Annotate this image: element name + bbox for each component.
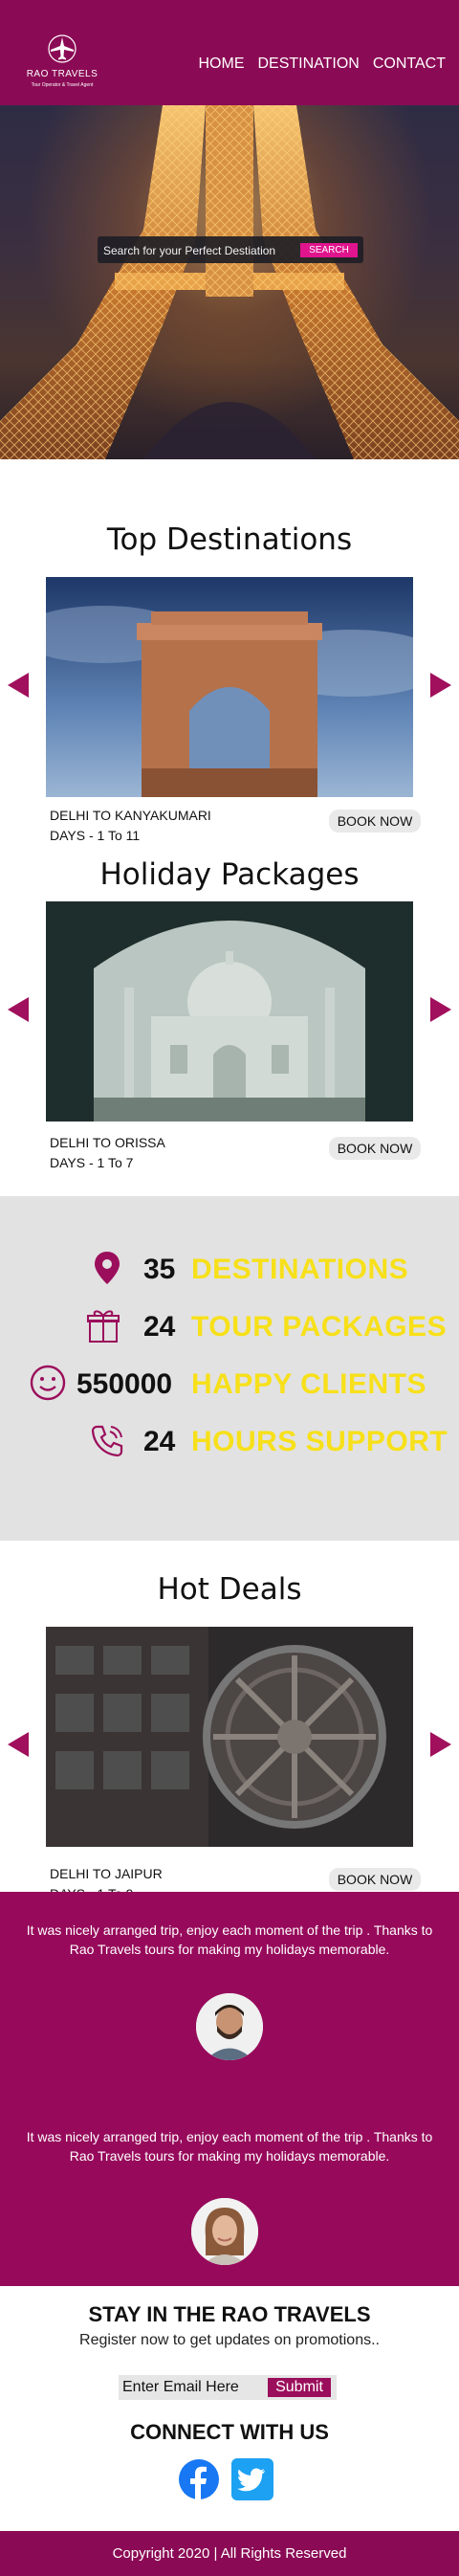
testimonial-text: It was nicely arranged trip, enjoy each … <box>26 2129 433 2164</box>
smiley-icon <box>30 1365 66 1401</box>
book-now-button[interactable]: BOOK NOW <box>329 810 421 833</box>
destination-search-input[interactable] <box>103 242 295 258</box>
submit-button[interactable]: Submit <box>268 2378 331 2397</box>
top-destinations-carousel <box>0 577 459 797</box>
stat-label: HOURS SUPPORT <box>191 1426 448 1457</box>
hot-deals-carousel <box>0 1627 459 1847</box>
testimonial-avatar <box>191 2198 258 2265</box>
stat-number: 550000 <box>76 1368 173 1400</box>
main-nav: HOME DESTINATION CONTACT <box>198 56 446 73</box>
stat-hours-support: 24 HOURS SUPPORT <box>0 1421 459 1469</box>
stats-section: 35 DESTINATIONS 24 TOUR PACKAGES 550000 … <box>0 1196 459 1541</box>
trip-days: DAYS - 1 To 11 <box>50 828 141 843</box>
next-arrow-icon[interactable] <box>430 1732 451 1757</box>
book-now-button[interactable]: BOOK NOW <box>329 1868 421 1891</box>
testimonial-avatar <box>196 1993 263 2060</box>
book-now-button[interactable]: BOOK NOW <box>329 1137 421 1160</box>
eiffel-tower-image <box>0 105 459 459</box>
holiday-packages-title: Holiday Packages <box>99 857 360 892</box>
brand-name: RAO TRAVELS <box>26 69 98 79</box>
stat-label: TOUR PACKAGES <box>191 1311 448 1343</box>
top-destinations-trip: DELHI TO KANYAKUMARI DAYS - 1 To 11 BOOK… <box>0 804 459 852</box>
prev-arrow-icon[interactable] <box>8 673 29 698</box>
newsletter-section: STAY IN THE RAO TRAVELS Register now to … <box>0 2286 459 2535</box>
brand-tagline: Tour Operator & Travel Agent <box>31 82 94 88</box>
search-button[interactable]: SEARCH <box>300 243 358 257</box>
gift-icon <box>87 1310 120 1343</box>
stat-number: 24 <box>143 1311 176 1343</box>
hot-deals-title: Hot Deals <box>157 1572 302 1607</box>
nav-home-link[interactable]: HOME <box>198 56 244 73</box>
stat-number: 24 <box>143 1426 176 1457</box>
top-destinations-title: Top Destinations <box>106 522 353 557</box>
trip-route: DELHI TO ORISSA <box>50 1135 165 1150</box>
nav-contact-link[interactable]: CONTACT <box>373 56 446 73</box>
stat-happy-clients: 550000 HAPPY CLIENTS <box>0 1364 459 1411</box>
holiday-packages-trip: DELHI TO ORISSA DAYS - 1 To 7 BOOK NOW <box>0 1131 459 1179</box>
phone-icon <box>91 1425 123 1457</box>
email-field[interactable] <box>122 2378 266 2397</box>
testimonials-section: It was nicely arranged trip, enjoy each … <box>0 1892 459 2286</box>
brand-logo[interactable]: RAO TRAVELS Tour Operator & Travel Agent <box>19 31 105 96</box>
trip-route: DELHI TO KANYAKUMARI <box>50 808 211 823</box>
testimonial-text: It was nicely arranged trip, enjoy each … <box>26 1922 433 1957</box>
page: RAO TRAVELS Tour Operator & Travel Agent… <box>0 0 459 2576</box>
konark-wheel-image <box>46 1627 413 1847</box>
newsletter-title: STAY IN THE RAO TRAVELS <box>88 2302 371 2326</box>
stat-label: DESTINATIONS <box>191 1254 409 1285</box>
stat-number: 35 <box>143 1254 176 1285</box>
airplane-icon <box>48 34 76 63</box>
stat-destinations: 35 DESTINATIONS <box>0 1249 459 1297</box>
twitter-icon[interactable] <box>231 2458 273 2500</box>
trip-days: DAYS - 1 To 7 <box>50 1155 134 1170</box>
facebook-icon[interactable] <box>178 2458 220 2500</box>
connect-title: CONNECT WITH US <box>130 2420 329 2444</box>
hero-banner: SEARCH <box>0 105 459 459</box>
site-footer: Copyright 2020 | All Rights Reserved <box>0 2531 459 2576</box>
destination-search-bar: SEARCH <box>98 236 363 263</box>
taj-mahal-image <box>46 901 413 1121</box>
stat-label: HAPPY CLIENTS <box>191 1368 426 1400</box>
next-arrow-icon[interactable] <box>430 997 451 1022</box>
nav-destination-link[interactable]: DESTINATION <box>257 56 359 73</box>
location-pin-icon <box>95 1252 120 1284</box>
prev-arrow-icon[interactable] <box>8 1732 29 1757</box>
newsletter-form: Submit <box>119 2375 337 2400</box>
stat-tour-packages: 24 TOUR PACKAGES <box>0 1306 459 1354</box>
holiday-packages-carousel <box>0 901 459 1121</box>
next-arrow-icon[interactable] <box>430 673 451 698</box>
newsletter-subtitle: Register now to get updates on promotion… <box>79 2332 380 2348</box>
copyright-text: Copyright 2020 | All Rights Reserved <box>112 2545 347 2562</box>
site-header: RAO TRAVELS Tour Operator & Travel Agent… <box>0 0 459 105</box>
prev-arrow-icon[interactable] <box>8 997 29 1022</box>
trip-route: DELHI TO JAIPUR <box>50 1866 163 1881</box>
india-gate-image <box>46 577 413 797</box>
